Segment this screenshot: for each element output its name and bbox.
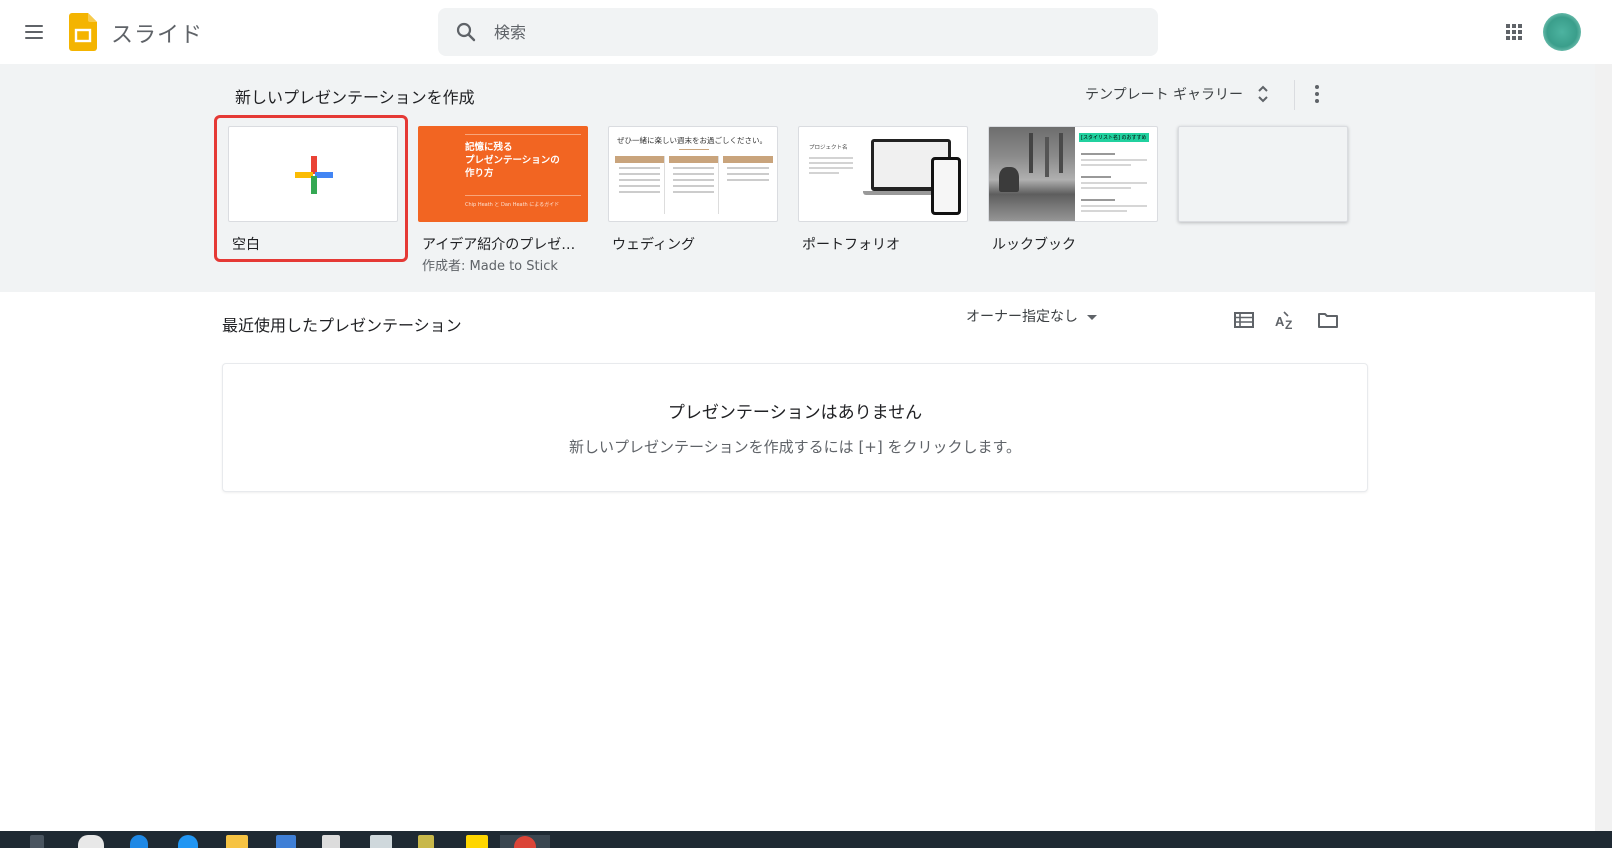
chrome-taskbar-button[interactable]: [500, 835, 550, 848]
more-vert-icon[interactable]: [1305, 82, 1329, 106]
template-thumb-lookbook[interactable]: [スタイリスト名] のおすすめ: [988, 126, 1158, 222]
window-icon[interactable]: [370, 835, 392, 848]
template-idea-presentation[interactable]: 記憶に残る プレゼンテーションの 作り方 Chip Heath と Dan He…: [418, 126, 588, 274]
template-thumb-blank[interactable]: [228, 126, 398, 222]
template-wedding[interactable]: ぜひ一緒に楽しい週末をお過ごしください。 ウェディング: [608, 126, 778, 254]
caret-down-icon: [1087, 314, 1097, 320]
template-name: 空白: [232, 237, 260, 253]
search-input[interactable]: [494, 8, 1134, 56]
notepad-icon[interactable]: [418, 835, 434, 848]
main-menu-button[interactable]: [22, 20, 46, 44]
template-thumb-placeholder[interactable]: [1178, 126, 1348, 222]
template-thumb-idea[interactable]: 記憶に残る プレゼンテーションの 作り方 Chip Heath と Dan He…: [418, 126, 588, 222]
thumb-idea-subtitle: Chip Heath と Dan Heath によるガイド: [465, 202, 560, 208]
recent-section-title: 最近使用したプレゼンテーション: [222, 316, 462, 335]
thumb-idea-title: 記憶に残る プレゼンテーションの 作り方: [465, 142, 560, 179]
sort-az-icon[interactable]: A Z: [1274, 308, 1298, 332]
sticky-notes-icon[interactable]: [466, 835, 488, 848]
template-portfolio[interactable]: プロジェクト名 ポートフォリオ: [798, 126, 968, 254]
template-thumb-portfolio[interactable]: プロジェクト名: [798, 126, 968, 222]
search-icon[interactable]: [454, 20, 478, 44]
search-bar[interactable]: [438, 8, 1158, 56]
store-icon[interactable]: [78, 835, 104, 848]
page-scrollbar[interactable]: [1595, 64, 1612, 831]
template-gallery-button[interactable]: テンプレート ギャラリー: [1085, 80, 1275, 108]
slides-logo-icon[interactable]: [69, 13, 97, 51]
lookbook-photo: [989, 127, 1075, 221]
empty-state-card: プレゼンテーションはありません 新しいプレゼンテーションを作成するには [+] …: [222, 363, 1368, 492]
thumb-lookbook-tag: [スタイリスト名] のおすすめ: [1079, 133, 1149, 142]
list-view-icon[interactable]: [1232, 308, 1256, 332]
template-author: 作成者: Made to Stick: [422, 259, 558, 274]
shopping-bag-icon[interactable]: [322, 835, 340, 848]
plus-icon: [295, 156, 333, 194]
template-name: ルックブック: [992, 237, 1076, 253]
svg-text:Z: Z: [1285, 318, 1292, 332]
thumb-wedding-heading: ぜひ一緒に楽しい週末をお過ごしください。: [617, 136, 767, 145]
template-lookbook[interactable]: [スタイリスト名] のおすすめ ルックブック: [988, 126, 1158, 254]
edge-icon[interactable]: [130, 835, 148, 848]
owner-filter-label: オーナー指定なし: [966, 309, 1078, 325]
google-apps-icon[interactable]: [1502, 20, 1526, 44]
app-header: スライド: [0, 0, 1612, 64]
svg-text:A: A: [1275, 314, 1285, 329]
template-name: ポートフォリオ: [802, 237, 900, 253]
thumb-portfolio-label: プロジェクト名: [809, 145, 848, 151]
template-placeholder[interactable]: [1178, 126, 1348, 222]
ie-icon[interactable]: [178, 835, 198, 848]
file-explorer-icon[interactable]: [226, 835, 248, 848]
template-name: ウェディング: [612, 237, 696, 253]
template-thumb-wedding[interactable]: ぜひ一緒に楽しい週末をお過ごしください。: [608, 126, 778, 222]
band-divider: [1294, 80, 1295, 110]
template-name: アイデア紹介のプレゼ…: [422, 237, 576, 253]
empty-state-title: プレゼンテーションはありません: [667, 403, 923, 423]
taskview-icon[interactable]: [30, 835, 44, 848]
empty-state-subtitle: 新しいプレゼンテーションを作成するには [+] をクリックします。: [568, 438, 1021, 456]
paint-icon[interactable]: [276, 835, 296, 848]
template-blank[interactable]: 空白: [228, 126, 398, 254]
owner-filter-dropdown[interactable]: オーナー指定なし: [966, 304, 1097, 328]
os-taskbar: [0, 831, 1612, 848]
folder-icon[interactable]: [1316, 308, 1340, 332]
template-gallery-label: テンプレート ギャラリー: [1085, 87, 1244, 103]
unfold-more-icon: [1258, 85, 1268, 103]
create-section-title: 新しいプレゼンテーションを作成: [235, 88, 475, 107]
account-avatar[interactable]: [1543, 13, 1581, 51]
app-title[interactable]: スライド: [111, 17, 203, 49]
